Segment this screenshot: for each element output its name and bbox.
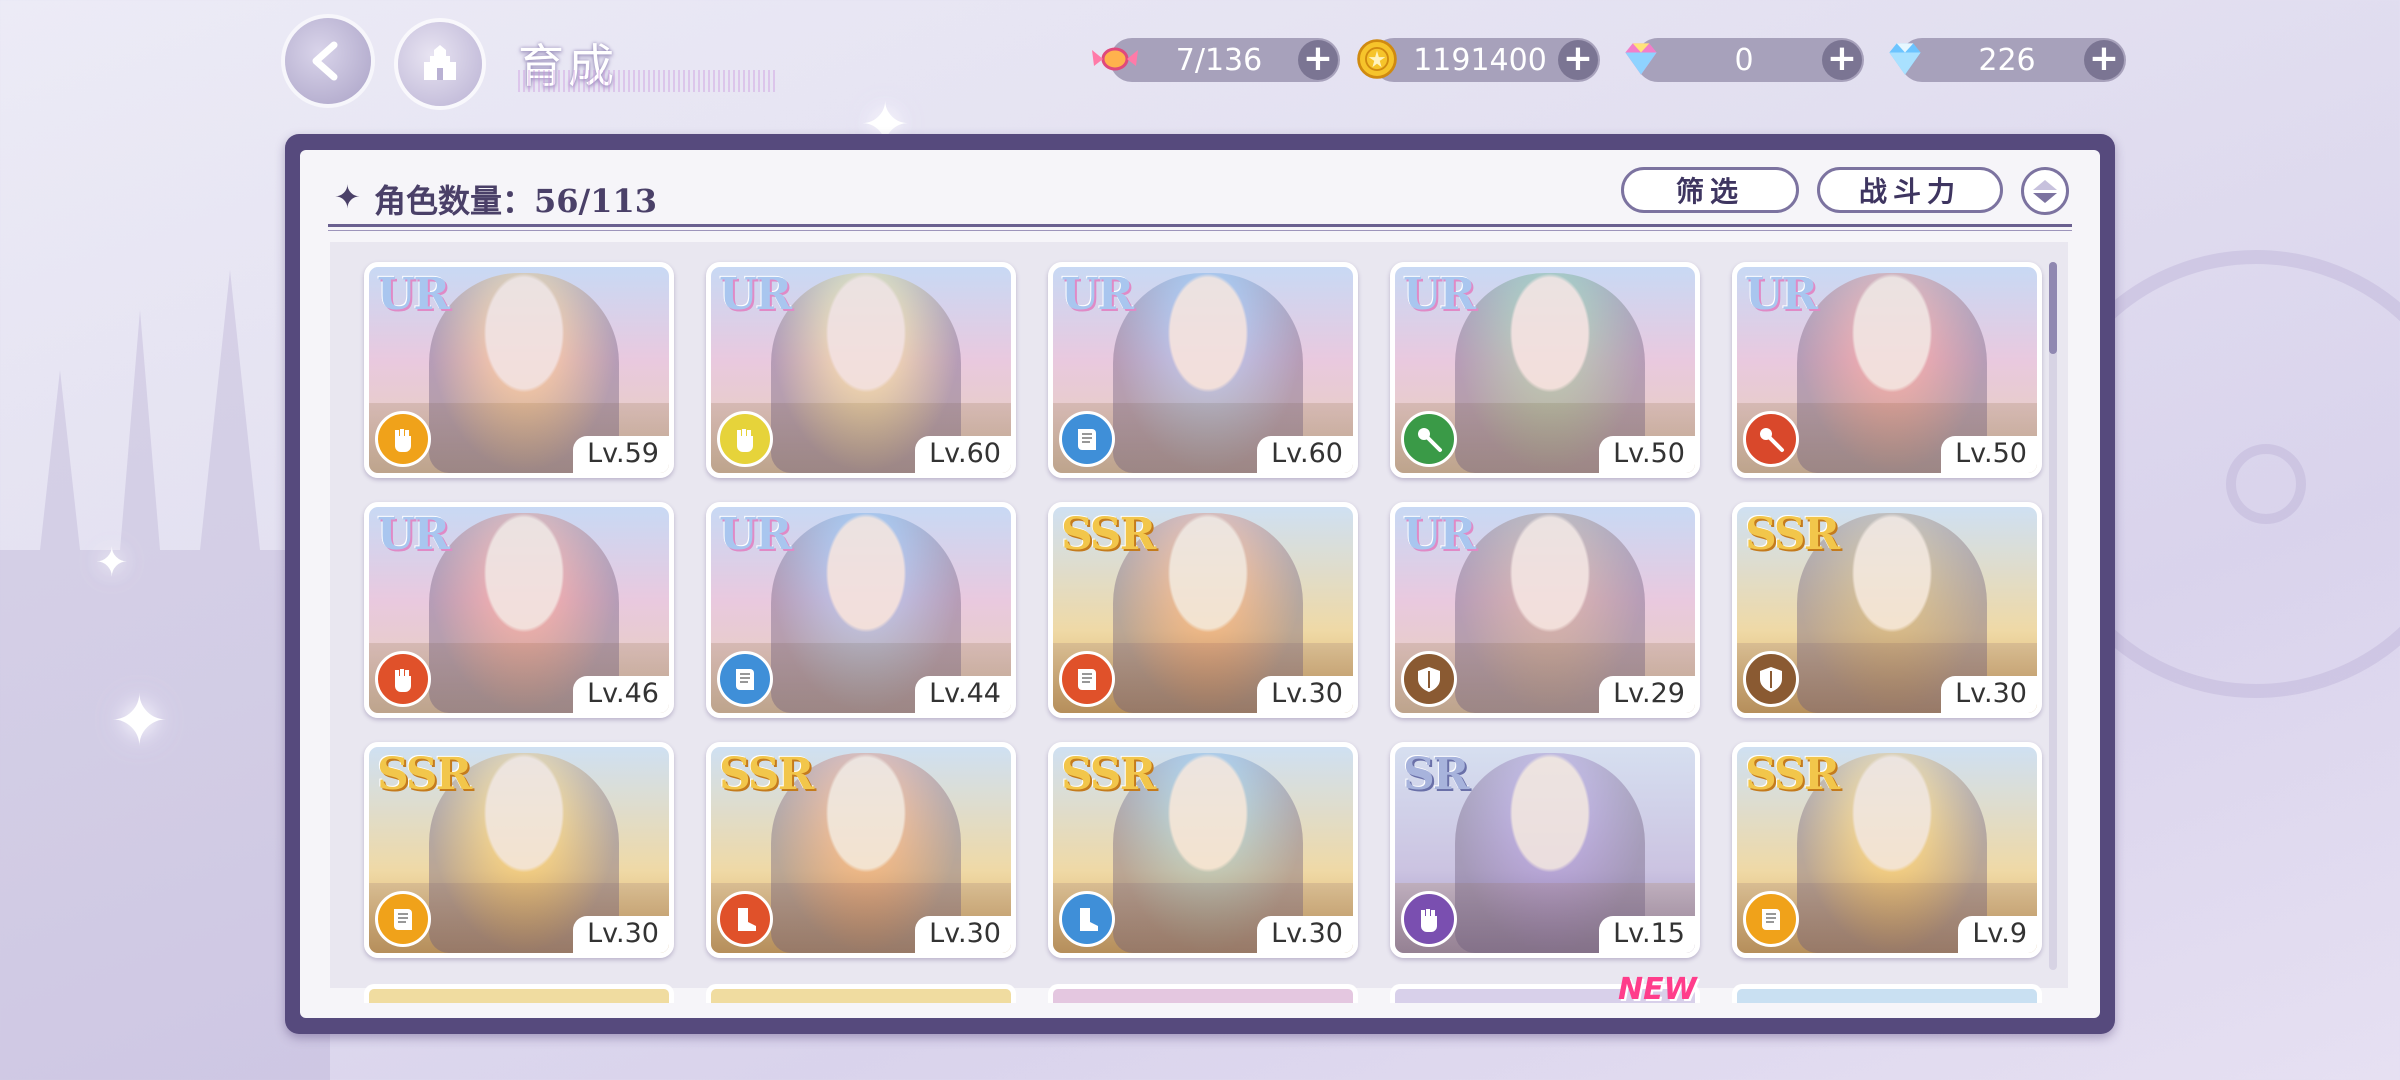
book-element-icon (1743, 891, 1799, 947)
shield-element-icon (1401, 651, 1457, 707)
add-gold-button[interactable]: + (1558, 40, 1598, 80)
sort-up-icon (2033, 179, 2057, 190)
wand-element-icon (1401, 411, 1457, 467)
character-count: 角色数量：56/113 (374, 182, 658, 220)
fist-element-icon (1401, 891, 1457, 947)
level-label: Lv.60 (915, 436, 1011, 473)
rarity-label: UR (1745, 269, 1818, 320)
resource-rainbow-gem: 0 + (1625, 38, 1864, 82)
character-card[interactable]: SSR Lv.30 (706, 742, 1016, 958)
book-element-icon (1059, 411, 1115, 467)
rarity-label: UR (377, 269, 450, 320)
character-card[interactable]: SSR Lv.30 (1048, 502, 1358, 718)
character-card[interactable]: UR Lv.29 (1390, 502, 1700, 718)
rarity-label: SSR (719, 749, 814, 800)
diamond-icon (1880, 34, 1930, 84)
new-badge: NEW (1618, 972, 1697, 1007)
rarity-label: UR (1061, 269, 1134, 320)
resource-diamond: 226 + (1889, 38, 2126, 82)
sort-order-button[interactable] (2021, 167, 2069, 215)
card-peek[interactable] (364, 984, 674, 1003)
resource-candy: 7/136 + (1092, 38, 1340, 82)
back-button[interactable] (285, 18, 371, 104)
character-card[interactable]: UR Lv.59 (364, 262, 674, 478)
header-divider (328, 224, 2072, 227)
level-label: Lv.59 (573, 436, 669, 473)
level-label: Lv.50 (1941, 436, 2037, 473)
card-peek[interactable] (1732, 984, 2042, 1003)
resource-gold: 1191400 + (1357, 38, 1600, 82)
character-card[interactable]: SSR Lv.30 (1048, 742, 1358, 958)
fist-element-icon (717, 411, 773, 467)
castle-home-icon (424, 45, 456, 80)
header-divider-thin (328, 230, 2072, 231)
character-card[interactable]: SSR Lv.30 (1732, 502, 2042, 718)
character-card[interactable]: UR Lv.46 (364, 502, 674, 718)
candy-icon (1090, 34, 1140, 84)
coin-icon (1352, 34, 1402, 84)
boot-element-icon (1059, 891, 1115, 947)
castle-silhouette (0, 270, 330, 1080)
add-candy-button[interactable]: + (1298, 40, 1338, 80)
rarity-label: SSR (1061, 509, 1156, 560)
shield-element-icon (1743, 651, 1799, 707)
level-label: Lv.15 (1599, 916, 1695, 953)
star-icon: ✦ (334, 178, 361, 216)
character-card[interactable]: SSR Lv.9 (1732, 742, 2042, 958)
book-element-icon (1059, 651, 1115, 707)
level-label: Lv.46 (573, 676, 669, 713)
rarity-label: UR (1403, 269, 1476, 320)
sort-power-button[interactable]: 战斗力 (1817, 167, 2003, 213)
rarity-label: UR (719, 269, 792, 320)
rarity-label: SR (1403, 749, 1469, 800)
book-element-icon (375, 891, 431, 947)
rarity-label: SSR (1061, 749, 1156, 800)
add-rainbow-gem-button[interactable]: + (1822, 40, 1862, 80)
character-card[interactable]: UR Lv.44 (706, 502, 1016, 718)
sparkle-icon: ✦ (110, 680, 169, 762)
rarity-label: UR (377, 509, 450, 560)
sort-down-icon (2033, 192, 2057, 203)
add-diamond-button[interactable]: + (2084, 40, 2124, 80)
scrollbar-thumb[interactable] (2049, 262, 2057, 354)
fist-element-icon (375, 411, 431, 467)
character-card[interactable]: UR Lv.50 (1732, 262, 2042, 478)
level-label: Lv.44 (915, 676, 1011, 713)
level-label: Lv.60 (1257, 436, 1353, 473)
level-label: Lv.30 (915, 916, 1011, 953)
fist-element-icon (375, 651, 431, 707)
wand-element-icon (1743, 411, 1799, 467)
rarity-label: SSR (1745, 509, 1840, 560)
rainbow-gem-icon (1616, 34, 1666, 84)
level-label: Lv.30 (1257, 676, 1353, 713)
level-label: Lv.9 (1958, 916, 2037, 953)
title-decoration (518, 70, 778, 92)
level-label: Lv.30 (1941, 676, 2037, 713)
grid-scrollbar[interactable] (2049, 262, 2057, 970)
character-card[interactable]: UR Lv.60 (706, 262, 1016, 478)
character-card[interactable]: SSR Lv.30 (364, 742, 674, 958)
rarity-label: UR (1403, 509, 1476, 560)
level-label: Lv.29 (1599, 676, 1695, 713)
rarity-label: UR (719, 509, 792, 560)
rarity-label: SSR (377, 749, 472, 800)
back-arrow-icon (312, 41, 338, 81)
card-peek[interactable] (706, 984, 1016, 1003)
character-card[interactable]: UR Lv.60 (1048, 262, 1358, 478)
level-label: Lv.30 (1257, 916, 1353, 953)
book-element-icon (717, 651, 773, 707)
character-card[interactable]: UR Lv.50 (1390, 262, 1700, 478)
boot-element-icon (717, 891, 773, 947)
home-button[interactable] (398, 22, 482, 106)
level-label: Lv.30 (573, 916, 669, 953)
sparkle-icon: ✦ (95, 540, 129, 586)
filter-button[interactable]: 筛选 (1621, 167, 1799, 213)
character-card[interactable]: SR Lv.15 (1390, 742, 1700, 958)
level-label: Lv.50 (1599, 436, 1695, 473)
card-peek[interactable] (1048, 984, 1358, 1003)
rarity-label: SSR (1745, 749, 1840, 800)
